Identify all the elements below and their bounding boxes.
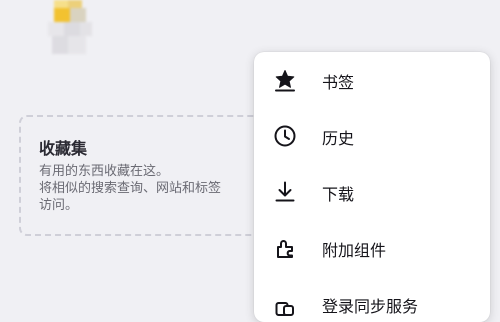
collections-title: 收藏集 xyxy=(39,139,88,158)
menu-item-label: 下载 xyxy=(322,185,355,204)
main-menu-popup: 书签 历史 下载 附加组件 登录同步服务 xyxy=(254,52,490,322)
menu-item-sync-signin[interactable]: 登录同步服务 xyxy=(254,276,490,322)
download-icon xyxy=(272,179,298,205)
menu-item-addons[interactable]: 附加组件 xyxy=(254,220,490,276)
menu-item-bookmarks[interactable]: 书签 xyxy=(254,52,490,108)
menu-item-history[interactable]: 历史 xyxy=(254,108,490,164)
puzzle-icon xyxy=(272,235,298,261)
top-site-thumbnail[interactable] xyxy=(48,0,94,58)
menu-item-label: 历史 xyxy=(322,129,355,148)
menu-item-label: 附加组件 xyxy=(322,241,387,260)
menu-item-label: 书签 xyxy=(322,73,355,92)
clock-icon xyxy=(272,123,298,149)
menu-item-downloads[interactable]: 下载 xyxy=(254,164,490,220)
sync-device-icon xyxy=(272,291,298,317)
star-icon xyxy=(272,67,298,93)
menu-item-label: 登录同步服务 xyxy=(322,297,419,316)
